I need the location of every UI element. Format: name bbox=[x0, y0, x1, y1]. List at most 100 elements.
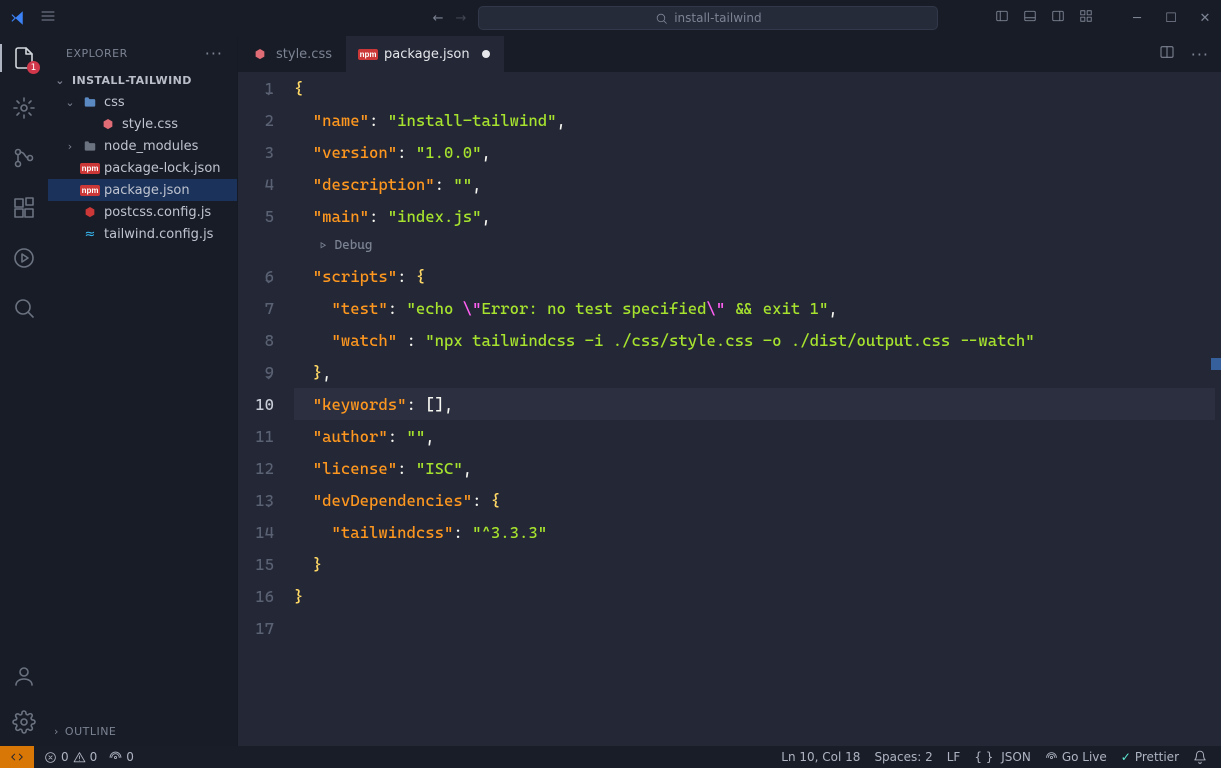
status-golive[interactable]: Go Live bbox=[1045, 750, 1107, 764]
search-icon bbox=[655, 12, 668, 25]
dirty-indicator-icon bbox=[482, 50, 490, 58]
code-line[interactable]: "keywords": [], bbox=[294, 388, 1215, 420]
activity-run[interactable] bbox=[0, 244, 48, 272]
status-language[interactable]: { } JSON bbox=[974, 750, 1030, 764]
activity-badge: 1 bbox=[27, 61, 40, 74]
code-line[interactable]: "version": "1.0.0", bbox=[294, 136, 1215, 168]
layout-grid-icon[interactable] bbox=[1079, 9, 1093, 27]
status-ports[interactable]: 0 bbox=[109, 750, 134, 764]
code-editor[interactable]: 1⌄2345 6⌄789⌄10111213⌄14151617 { "name":… bbox=[238, 72, 1221, 746]
status-cursor[interactable]: Ln 10, Col 18 bbox=[781, 750, 860, 764]
status-spaces[interactable]: Spaces: 2 bbox=[874, 750, 932, 764]
status-bell-icon[interactable] bbox=[1193, 750, 1207, 764]
file-tree: ⌄ INSTALL-TAILWIND ⌄ css ⬢ style.css ›node_m… bbox=[48, 69, 237, 719]
editor-area: ⬢style.css npm package.json ··· 1⌄2345 6⌄7… bbox=[238, 36, 1221, 746]
tree-root-label: INSTALL-TAILWIND bbox=[72, 74, 192, 87]
code-line[interactable]: "scripts": { bbox=[294, 260, 1215, 292]
file-icon: npm bbox=[82, 182, 98, 198]
layout-sidebar-left-icon[interactable] bbox=[995, 9, 1009, 27]
layout-panel-icon[interactable] bbox=[1023, 9, 1037, 27]
command-center-text: install-tailwind bbox=[674, 11, 761, 25]
code-line[interactable]: }, bbox=[294, 356, 1215, 388]
code-line[interactable] bbox=[294, 612, 1215, 644]
code-lines[interactable]: { "name": "install-tailwind", "version":… bbox=[294, 72, 1221, 746]
tab-label: package.json bbox=[384, 47, 470, 62]
activity-source-control[interactable] bbox=[0, 144, 48, 172]
tree-item-label: node_modules bbox=[104, 139, 198, 154]
remote-indicator[interactable] bbox=[0, 746, 34, 768]
tree-item-label: package.json bbox=[104, 183, 190, 198]
code-line[interactable]: } bbox=[294, 548, 1215, 580]
nav-forward-icon[interactable]: → bbox=[456, 11, 467, 26]
tree-item-tailwind-config-js[interactable]: ≈tailwind.config.js bbox=[48, 223, 237, 245]
code-line[interactable]: } bbox=[294, 580, 1215, 612]
title-bar: ← → install-tailwind ─ ☐ ✕ bbox=[0, 0, 1221, 36]
activity-search[interactable] bbox=[0, 294, 48, 322]
code-line[interactable]: { bbox=[294, 72, 1215, 104]
tree-item-package-json[interactable]: npm package.json bbox=[48, 179, 237, 201]
tree-item-label: style.css bbox=[122, 117, 178, 132]
code-line[interactable]: "name": "install-tailwind", bbox=[294, 104, 1215, 136]
nav-arrows: ← → bbox=[433, 11, 467, 26]
tab-style-css[interactable]: ⬢style.css bbox=[238, 36, 346, 72]
file-icon: ⬢ bbox=[252, 46, 268, 62]
explorer-panel: EXPLORER ··· ⌄ INSTALL-TAILWIND ⌄ css ⬢ sty… bbox=[48, 36, 238, 746]
activity-debug[interactable] bbox=[0, 94, 48, 122]
editor-tabs: ⬢style.css npm package.json ··· bbox=[238, 36, 1221, 72]
tree-item-node-modules[interactable]: ›node_modules bbox=[48, 135, 237, 157]
file-icon bbox=[82, 94, 98, 110]
chevron-down-icon: ⌄ bbox=[54, 74, 66, 87]
nav-back-icon[interactable]: ← bbox=[433, 11, 444, 26]
status-prettier[interactable]: ✓ Prettier bbox=[1121, 750, 1179, 764]
vscode-logo-icon bbox=[10, 9, 28, 27]
tree-item-label: postcss.config.js bbox=[104, 205, 211, 220]
window-maximize-icon[interactable]: ☐ bbox=[1165, 11, 1177, 26]
tree-item-package-lock-json[interactable]: npm package-lock.json bbox=[48, 157, 237, 179]
line-gutter: 1⌄2345 6⌄789⌄10111213⌄14151617 bbox=[238, 72, 294, 746]
outline-label: OUTLINE bbox=[65, 725, 116, 738]
file-icon: ≈ bbox=[82, 226, 98, 242]
explorer-more-icon[interactable]: ··· bbox=[205, 44, 223, 63]
twist-icon: ⌄ bbox=[64, 96, 76, 109]
code-line[interactable]: "license": "ISC", bbox=[294, 452, 1215, 484]
code-line[interactable]: "tailwindcss": "^3.3.3" bbox=[294, 516, 1215, 548]
code-line[interactable]: "watch" : "npx tailwindcss -i ./css/styl… bbox=[294, 324, 1215, 356]
file-icon: npm bbox=[360, 46, 376, 62]
tab-package-json[interactable]: npm package.json bbox=[346, 36, 504, 72]
file-icon: ⬢ bbox=[100, 116, 116, 132]
tree-item-css[interactable]: ⌄ css bbox=[48, 91, 237, 113]
outline-section[interactable]: › OUTLINE bbox=[48, 719, 237, 746]
explorer-title: EXPLORER bbox=[66, 47, 128, 60]
codelens-debug[interactable]: Debug bbox=[294, 232, 1215, 260]
code-line[interactable]: "devDependencies": { bbox=[294, 484, 1215, 516]
tree-item-label: css bbox=[104, 95, 125, 110]
code-line[interactable]: "author": "", bbox=[294, 420, 1215, 452]
status-eol[interactable]: LF bbox=[947, 750, 961, 764]
tree-item-postcss-config-js[interactable]: ⬢postcss.config.js bbox=[48, 201, 237, 223]
file-icon: npm bbox=[82, 160, 98, 176]
menu-icon[interactable] bbox=[40, 8, 56, 28]
split-editor-icon[interactable] bbox=[1159, 44, 1175, 64]
command-center[interactable]: install-tailwind bbox=[478, 6, 938, 30]
status-problems[interactable]: 0 0 bbox=[44, 750, 97, 764]
window-close-icon[interactable]: ✕ bbox=[1199, 11, 1211, 26]
tree-root[interactable]: ⌄ INSTALL-TAILWIND bbox=[48, 69, 237, 91]
tree-item-label: package-lock.json bbox=[104, 161, 221, 176]
file-icon bbox=[82, 138, 98, 154]
activity-explorer[interactable]: 1 bbox=[0, 44, 48, 72]
tab-more-icon[interactable]: ··· bbox=[1191, 45, 1209, 64]
activity-extensions[interactable] bbox=[0, 194, 48, 222]
code-line[interactable]: "main": "index.js", bbox=[294, 200, 1215, 232]
check-icon: ✓ bbox=[1121, 750, 1131, 764]
code-line[interactable]: "description": "", bbox=[294, 168, 1215, 200]
tree-item-style-css[interactable]: ⬢ style.css bbox=[48, 113, 237, 135]
status-bar: 0 0 0 Ln 10, Col 18 Spaces: 2 LF { } JSO… bbox=[0, 746, 1221, 768]
activity-bar: 1 bbox=[0, 36, 48, 746]
layout-sidebar-right-icon[interactable] bbox=[1051, 9, 1065, 27]
chevron-right-icon: › bbox=[54, 725, 59, 738]
window-minimize-icon[interactable]: ─ bbox=[1131, 11, 1143, 26]
overview-ruler bbox=[1211, 72, 1221, 746]
code-line[interactable]: "test": "echo \"Error: no test specified… bbox=[294, 292, 1215, 324]
activity-settings[interactable] bbox=[0, 708, 48, 736]
activity-accounts[interactable] bbox=[0, 662, 48, 690]
